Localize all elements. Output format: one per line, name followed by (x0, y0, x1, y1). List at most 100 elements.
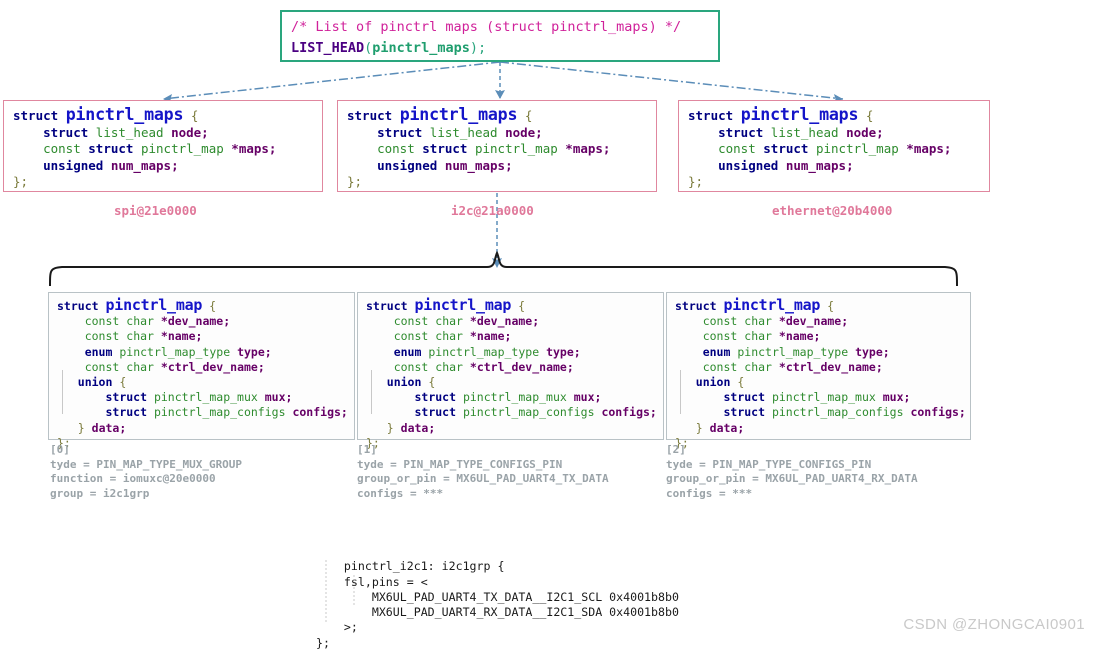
map-u0-field: mux; (882, 390, 911, 405)
dts-line: MX6UL_PAD_UART4_RX_DATA__I2C1_SDA 0x4001… (316, 605, 679, 620)
list-head-arg: pinctrl_maps (372, 40, 470, 56)
maps-node-type: list_head (95, 124, 164, 140)
map-union-close: } (386, 420, 394, 435)
map-r0-field: *dev_name; (778, 314, 849, 329)
maps-struct-name: pinctrl_maps (399, 105, 518, 124)
maps-struct-name: pinctrl_maps (740, 105, 859, 124)
map-r2-type: pinctrl_map_type (119, 344, 231, 359)
annot-line-2: configs = *** (357, 486, 444, 500)
maps-struct-name: pinctrl_maps (65, 105, 184, 124)
map-r2-field: type; (855, 344, 890, 359)
list-head-box: /* List of pinctrl maps (struct pinctrl_… (280, 10, 720, 62)
watermark: CSDN @ZHONGCAI0901 (903, 616, 1085, 633)
device-tree-snippet: pinctrl_i2c1: i2c1grp { fsl,pins = < MX6… (316, 544, 679, 651)
maps-node-kw: struct (377, 124, 423, 140)
map-u1-kw: struct (414, 405, 457, 420)
pinctrl-maps-box: struct pinctrl_maps { struct list_head n… (3, 100, 323, 192)
annot-line-2: configs = *** (666, 486, 753, 500)
map-r0-type: char (744, 314, 772, 329)
map-r1-type: char (744, 329, 772, 344)
map-r0-type: char (435, 314, 463, 329)
map-r2-type: pinctrl_map_type (428, 344, 540, 359)
maps-maps-const: const (377, 141, 415, 157)
map-r2-field: type; (546, 344, 581, 359)
map-u1-kw: struct (723, 405, 766, 420)
pinctrl-maps-box: struct pinctrl_maps { struct list_head n… (678, 100, 990, 192)
maps-node-kw: struct (43, 124, 89, 140)
maps-maps-field: *maps; (231, 141, 277, 157)
map-union-brace: { (428, 375, 436, 390)
maps-close-brace: }; (688, 174, 704, 190)
map-r2-type: pinctrl_map_type (737, 344, 849, 359)
annot-line-0: tyde = PIN_MAP_TYPE_CONFIGS_PIN (666, 457, 872, 471)
map-r0-field: *dev_name; (469, 314, 540, 329)
map-annotation: [1] tyde = PIN_MAP_TYPE_CONFIGS_PIN grou… (357, 443, 609, 501)
diagram-canvas: /* List of pinctrl maps (struct pinctrl_… (0, 0, 1093, 650)
maps-maps-const: const (43, 141, 81, 157)
annot-line-1: group_or_pin = MX6UL_PAD_UART4_RX_DATA (666, 472, 918, 486)
node-label-spi: spi@21e0000 (114, 203, 197, 218)
annot-line-0: tyde = PIN_MAP_TYPE_CONFIGS_PIN (357, 457, 563, 471)
map-r1-field: *name; (778, 329, 821, 344)
annot-line-0: tyde = PIN_MAP_TYPE_MUX_GROUP (50, 457, 243, 471)
map-r3-field: *ctrl_dev_name; (160, 359, 265, 374)
maps-node-kw: struct (718, 124, 764, 140)
maps-node-field: node; (846, 124, 884, 140)
union-indent-guide (62, 370, 63, 414)
map-r3-const: const (84, 359, 120, 374)
maps-num-kw: unsigned (718, 157, 779, 173)
maps-maps-kw: struct (422, 141, 468, 157)
map-u1-type: pinctrl_map_configs (462, 405, 595, 420)
map-u1-field: configs; (601, 405, 657, 420)
maps-num-kw: unsigned (377, 157, 438, 173)
map-open-brace: { (209, 299, 217, 313)
dts-line: MX6UL_PAD_UART4_TX_DATA__I2C1_SCL 0x4001… (316, 589, 679, 604)
map-r1-const: const (84, 329, 120, 344)
maps-maps-const: const (718, 141, 756, 157)
annot-line-1: group_or_pin = MX6UL_PAD_UART4_TX_DATA (357, 472, 609, 486)
map-annotation: [0] tyde = PIN_MAP_TYPE_MUX_GROUP functi… (50, 443, 242, 501)
curly-brace (49, 250, 958, 287)
maps-node-field: node; (505, 124, 543, 140)
annot-index: [1] (357, 443, 377, 456)
dts-line: pinctrl_i2c1: i2c1grp { (343, 559, 505, 574)
maps-close-brace: }; (347, 174, 363, 190)
pinctrl-map-box: struct pinctrl_map { const char *dev_nam… (357, 292, 664, 450)
map-u0-kw: struct (105, 390, 148, 405)
map-struct-name: pinctrl_map (414, 296, 512, 314)
map-r3-const: const (702, 359, 738, 374)
map-r3-field: *ctrl_dev_name; (778, 359, 883, 374)
map-r1-const: const (702, 329, 738, 344)
map-union-kw: union (77, 375, 113, 390)
map-r1-type: char (435, 329, 463, 344)
pinctrl-maps-box: struct pinctrl_maps { struct list_head n… (337, 100, 657, 192)
node-label-i2c: i2c@21a0000 (451, 203, 534, 218)
union-indent-guide (371, 370, 372, 414)
annot-index: [0] (50, 443, 70, 456)
maps-num-kw: unsigned (43, 157, 104, 173)
map-open-brace: { (827, 299, 835, 313)
dts-line: >; (316, 620, 358, 635)
map-r3-field: *ctrl_dev_name; (469, 359, 574, 374)
maps-maps-field: *maps; (906, 141, 952, 157)
maps-maps-type: pinctrl_map (474, 141, 558, 157)
map-r2-const: enum (393, 344, 422, 359)
maps-kw-struct: struct (347, 108, 393, 123)
pinctrl-map-box: struct pinctrl_map { const char *dev_nam… (666, 292, 971, 450)
map-union-brace: { (737, 375, 745, 390)
connector-right (499, 61, 844, 100)
maps-node-type: list_head (429, 124, 498, 140)
map-struct-name: pinctrl_map (723, 296, 821, 314)
map-union-close: } (695, 420, 703, 435)
map-r2-const: enum (702, 344, 731, 359)
maps-kw-struct: struct (13, 108, 59, 123)
map-r2-field: type; (237, 344, 272, 359)
map-u1-field: configs; (910, 405, 966, 420)
map-r3-type: char (744, 359, 772, 374)
pinctrl-map-box: struct pinctrl_map { const char *dev_nam… (48, 292, 355, 450)
node-label-ethernet: ethernet@20b4000 (772, 203, 893, 218)
annot-line-2: group = i2c1grp (50, 486, 150, 500)
map-u1-field: configs; (292, 405, 348, 420)
maps-open-brace: { (190, 108, 199, 123)
list-head-macro: LIST_HEAD (291, 40, 365, 56)
